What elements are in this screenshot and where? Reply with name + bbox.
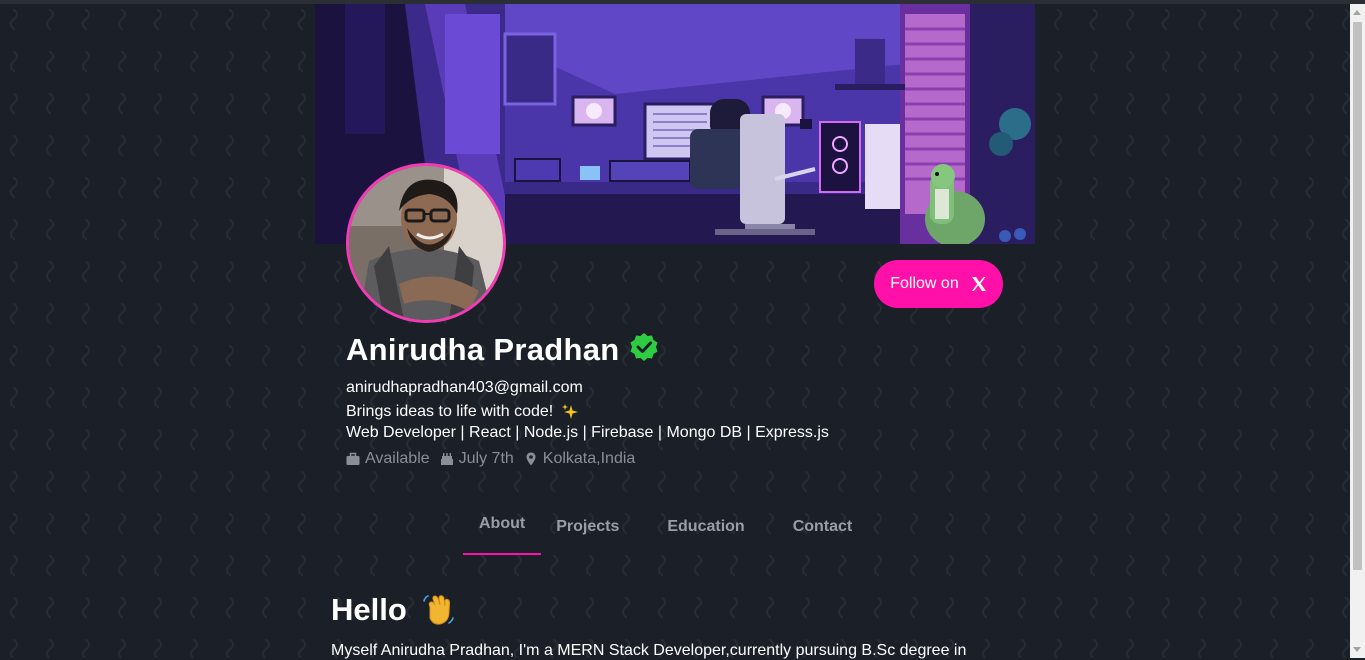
scroll-down-arrow-icon[interactable] [1353,647,1361,652]
cake-icon [440,453,453,465]
profile-skills: Web Developer | React | Node.js | Fireba… [346,424,829,441]
follow-on-x-button[interactable]: Follow on [874,260,1003,308]
status-text: Available [365,450,430,467]
scrollbar-thumb[interactable] [1353,22,1362,570]
about-heading-row: Hello [331,592,455,628]
location-item: Kolkata,India [524,450,636,468]
scroll-up-arrow-icon[interactable] [1353,10,1361,15]
map-pin-icon [526,452,536,466]
profile-meta: Available July 7th Kolkata,India [346,450,645,468]
profile-avatar [346,163,506,323]
x-logo-icon [971,277,986,291]
birthday-item: July 7th [440,450,514,468]
profile-name-row: Anirudha Pradhan [346,332,659,368]
birthday-text: July 7th [458,450,514,467]
page-scrollbar[interactable] [1350,4,1365,658]
waving-hand-icon [422,595,454,625]
tab-education[interactable]: Education [643,512,768,555]
tab-projects[interactable]: Projects [541,512,643,555]
about-heading: Hello [331,592,407,627]
briefcase-icon [346,452,360,465]
tab-about[interactable]: About [463,509,542,555]
tab-education-label: Education [667,518,745,535]
verified-badge-icon [630,333,657,361]
profile-tabs: About Projects Education Contact [463,512,868,558]
about-paragraph: Myself Anirudha Pradhan, I'm a MERN Stac… [331,642,967,659]
avatar-photo [349,166,503,320]
profile-name: Anirudha Pradhan [346,332,620,367]
profile-email: anirudhapradhan403@gmail.com [346,379,583,396]
tab-about-label: About [479,515,526,532]
location-text: Kolkata,India [542,450,636,467]
tab-contact-label: Contact [792,518,853,535]
sparkles-icon [562,404,579,419]
profile-tagline: Brings ideas to life with code! [346,403,554,420]
tab-contact[interactable]: Contact [769,512,869,555]
status-item: Available [346,450,430,468]
tab-projects-label: Projects [556,518,620,535]
profile-tagline-row: Brings ideas to life with code! [346,403,579,421]
follow-button-label: Follow on [890,275,959,292]
